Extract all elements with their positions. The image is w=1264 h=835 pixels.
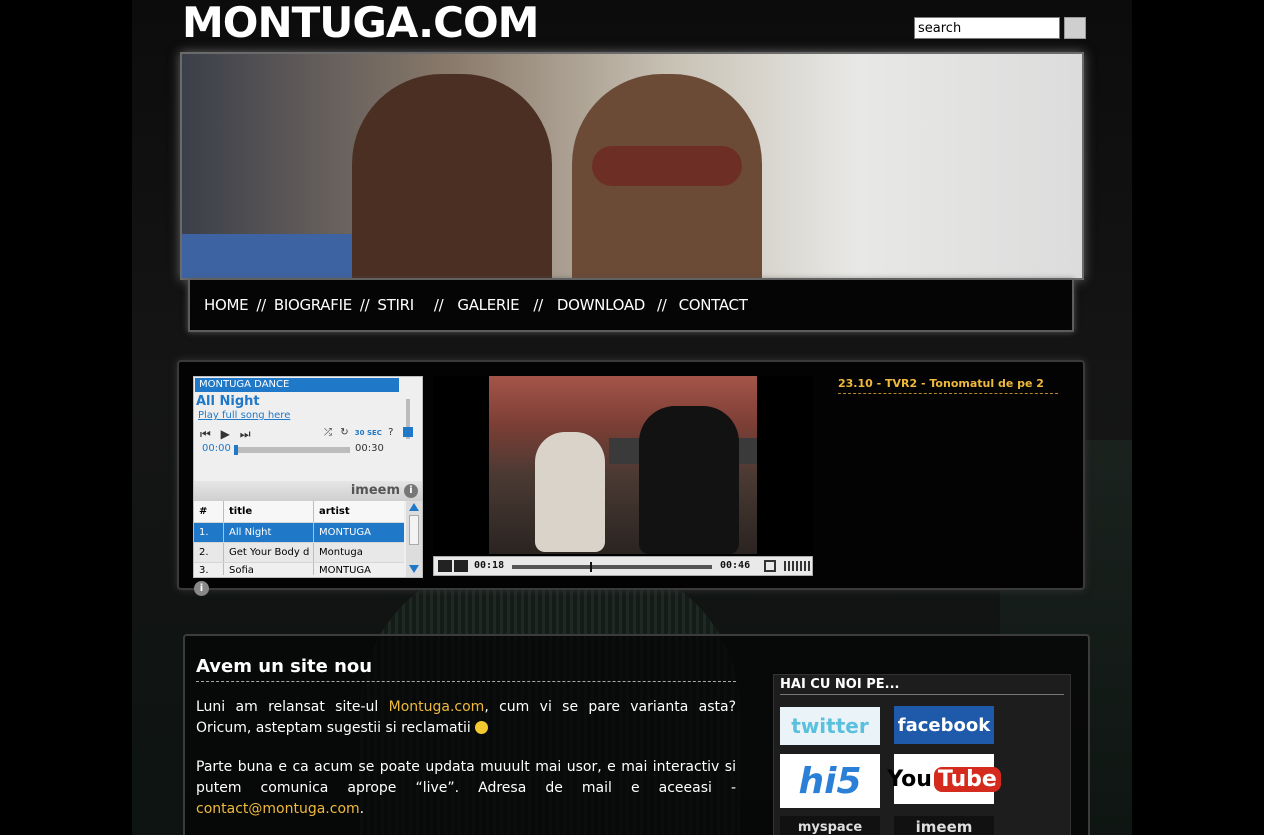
post-text: Parte buna e ca acum se poate updata muu…: [196, 759, 736, 796]
volume-icon[interactable]: [784, 561, 810, 571]
nav-stiri[interactable]: STIRI: [377, 296, 414, 314]
nav-separator: //: [359, 296, 370, 314]
nav-separator: //: [533, 296, 543, 314]
previous-icon[interactable]: ⏮: [200, 427, 211, 441]
row-artist: MONTUGA: [319, 565, 371, 575]
banner-shirt: [182, 234, 362, 278]
col-number[interactable]: #: [194, 501, 224, 522]
player-duration: 00:30: [355, 443, 384, 454]
nav-separator: //: [256, 296, 266, 314]
nav-separator: //: [657, 296, 667, 314]
stop-icon[interactable]: [454, 560, 468, 572]
seek-knob[interactable]: [234, 445, 238, 455]
scroll-up-icon[interactable]: [409, 503, 419, 511]
youtube-tube: Tube: [933, 766, 1001, 792]
video-frame[interactable]: [489, 376, 757, 554]
player-options: ⤮ ↻ 30 SEC ?: [324, 427, 393, 438]
search-input[interactable]: [914, 17, 1060, 39]
row-artist: MONTUGA: [319, 527, 371, 538]
post-text: .: [359, 801, 365, 817]
play-full-song-link[interactable]: Play full song here: [198, 410, 290, 421]
play-icon[interactable]: ▶: [221, 427, 230, 441]
player-song-title: All Night: [196, 394, 260, 409]
player-brand-bar: imeem i: [194, 481, 422, 501]
post-title[interactable]: Avem un site nou: [196, 656, 736, 682]
site-logo[interactable]: MONTUGA.COM: [182, 0, 539, 47]
header-banner-image: [180, 52, 1084, 280]
playlist-table: # title artist 1. All Night MONTUGA 2. G…: [194, 501, 404, 575]
video-seek-knob[interactable]: [590, 562, 592, 572]
info-icon[interactable]: i: [404, 484, 418, 498]
playlist-row[interactable]: 3. Sofia MONTUGA: [194, 563, 404, 575]
nav-separator: //: [433, 296, 444, 314]
video-duration: 00:46: [720, 560, 751, 571]
playlist-row[interactable]: 1. All Night MONTUGA: [194, 523, 404, 543]
twitter-link[interactable]: twitter: [780, 707, 880, 745]
nav-galerie[interactable]: GALERIE: [457, 296, 519, 314]
playlist-row[interactable]: 2. Get Your Body d Montuga: [194, 543, 404, 563]
scroll-down-icon[interactable]: [409, 565, 419, 573]
row-title: Get Your Body d: [224, 543, 314, 562]
nav-biografie[interactable]: BIOGRAFIE: [274, 296, 352, 314]
player-playlist-name: MONTUGA DANCE: [195, 378, 399, 392]
row-title: All Night: [224, 523, 314, 542]
video-person-left: [535, 432, 605, 552]
video-player[interactable]: 00:18 00:46: [433, 376, 813, 576]
row-number: 2.: [194, 543, 224, 562]
row-number: 3.: [194, 563, 224, 575]
video-person-right: [639, 406, 739, 554]
pause-icon[interactable]: [438, 560, 452, 572]
imeem-link[interactable]: imeem: [894, 816, 994, 835]
player-seek-bar[interactable]: [234, 445, 350, 455]
post-paragraph-2: Parte buna e ca acum se poate updata muu…: [196, 757, 736, 820]
social-title: HAI CU NOI PE...: [780, 677, 1064, 695]
nav-download[interactable]: DOWNLOAD: [557, 296, 645, 314]
email-link[interactable]: contact@montuga.com: [196, 801, 360, 817]
news-item[interactable]: 23.10 - TVR2 - Tonomatul de pe 2: [838, 377, 1058, 394]
help-icon[interactable]: ?: [388, 427, 393, 438]
repeat-icon[interactable]: ↻: [340, 427, 348, 438]
fullscreen-icon[interactable]: [764, 560, 776, 572]
video-seek-bar[interactable]: [512, 562, 712, 572]
player-controls: ⏮ ▶ ⏭: [200, 427, 251, 442]
row-number: 1.: [194, 523, 224, 542]
hi5-link[interactable]: hi5: [780, 754, 880, 808]
video-elapsed: 00:18: [474, 560, 505, 571]
youtube-link[interactable]: You Tube: [887, 754, 1001, 804]
playlist-header: # title artist: [194, 501, 404, 523]
col-artist[interactable]: artist: [314, 501, 404, 522]
nav-home[interactable]: HOME: [204, 296, 249, 314]
myspace-link[interactable]: myspace: [780, 816, 880, 835]
site-link[interactable]: Montuga.com: [389, 699, 485, 715]
row-artist: Montuga: [319, 547, 363, 558]
col-title[interactable]: title: [224, 501, 314, 522]
imeem-brand[interactable]: imeem: [351, 483, 400, 498]
post-paragraph-1: Luni am relansat site-ul Montuga.com, cu…: [196, 697, 736, 739]
youtube-you: You: [887, 766, 932, 792]
scroll-thumb[interactable]: [409, 515, 419, 545]
smiley-icon: [475, 721, 489, 734]
player-elapsed: 00:00: [202, 443, 231, 454]
row-title: Sofia: [224, 563, 314, 575]
video-controls: 00:18 00:46: [433, 556, 813, 576]
post-text: Luni am relansat site-ul: [196, 699, 389, 715]
nav-contact[interactable]: CONTACT: [679, 296, 748, 314]
volume-knob[interactable]: [403, 427, 413, 437]
thirty-sec-label[interactable]: 30 SEC: [355, 429, 382, 437]
facebook-link[interactable]: facebook: [894, 706, 994, 744]
banner-sunglasses: [592, 146, 742, 186]
main-nav: HOME // BIOGRAFIE // STIRI // GALERIE //…: [188, 280, 1074, 332]
playlist-scrollbar[interactable]: [406, 501, 422, 577]
info-icon[interactable]: i: [194, 581, 209, 596]
next-icon[interactable]: ⏭: [240, 427, 251, 441]
banner-person-left: [352, 74, 552, 278]
search-button[interactable]: [1064, 17, 1086, 39]
music-player: MONTUGA DANCE All Night Play full song h…: [193, 376, 423, 578]
shuffle-icon[interactable]: ⤮: [324, 427, 332, 438]
